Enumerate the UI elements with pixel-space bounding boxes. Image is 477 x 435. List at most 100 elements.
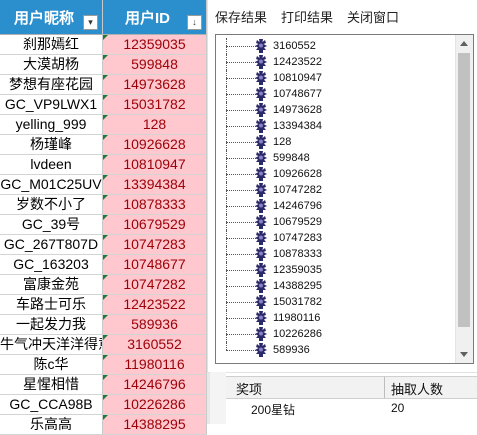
filter-dropdown-icon[interactable]: ▾ xyxy=(83,15,98,30)
number-as-text-marker-icon xyxy=(103,275,108,280)
person-icon xyxy=(254,39,268,53)
userid-cell[interactable]: 15031782 xyxy=(103,95,207,115)
tree-item[interactable]: 14246796 xyxy=(216,198,446,214)
userid-cell[interactable]: 14246796 xyxy=(103,375,207,395)
nickname-cell[interactable]: 岁数不小了 xyxy=(0,195,103,215)
table-row: 星惺相惜 14246796 xyxy=(0,375,207,395)
tree-item[interactable]: 10926628 xyxy=(216,166,446,182)
close-window-menu[interactable]: 关闭窗口 xyxy=(347,7,399,26)
prize-cell[interactable]: 200星钻 xyxy=(251,401,295,418)
userid-value: 599848 xyxy=(131,56,178,72)
userid-cell[interactable]: 10810947 xyxy=(103,155,207,175)
count-column-header[interactable]: 抽取人数 xyxy=(391,379,443,398)
tree-item[interactable]: 10747283 xyxy=(216,230,446,246)
tree-item[interactable]: 10810947 xyxy=(216,70,446,86)
nickname-cell[interactable]: 乐高高 xyxy=(0,415,103,435)
tree-item[interactable]: 10226286 xyxy=(216,326,446,342)
userid-cell[interactable]: 10747283 xyxy=(103,235,207,255)
nickname-cell[interactable]: GC_267T807D xyxy=(0,235,103,255)
person-icon xyxy=(254,151,268,165)
person-icon xyxy=(254,231,268,245)
userid-value: 10926628 xyxy=(123,136,186,152)
tree-item-label: 11980116 xyxy=(273,312,321,324)
tree-connector xyxy=(226,342,227,350)
table-row: GC_163203 10748677 xyxy=(0,255,207,275)
tree-item[interactable]: 10679529 xyxy=(216,214,446,230)
userid-cell[interactable]: 14973628 xyxy=(103,75,207,95)
scroll-up-icon[interactable] xyxy=(460,41,468,46)
nickname-cell[interactable]: GC_163203 xyxy=(0,255,103,275)
nickname-cell[interactable]: 陈c华 xyxy=(0,355,103,375)
tree-scrollbar[interactable] xyxy=(455,35,473,363)
userid-cell[interactable]: 10748677 xyxy=(103,255,207,275)
userid-cell[interactable]: 128 xyxy=(103,115,207,135)
count-cell[interactable]: 20 xyxy=(391,401,404,415)
tree-item-label: 15031782 xyxy=(273,296,322,308)
column-header-nickname[interactable]: 用户昵称 ▾ xyxy=(0,0,103,35)
userid-cell[interactable]: 10878333 xyxy=(103,195,207,215)
person-icon xyxy=(254,247,268,261)
tree-item[interactable]: 14388295 xyxy=(216,278,446,294)
tree-item[interactable]: 12359035 xyxy=(216,262,446,278)
tree-item[interactable]: 599848 xyxy=(216,150,446,166)
nickname-cell[interactable]: 梦想有座花园 xyxy=(0,75,103,95)
winner-tree[interactable]: 3160552 12423522 10810947 10748677 14973628 1… xyxy=(215,34,474,364)
tree-item[interactable]: 128 xyxy=(216,134,446,150)
tree-item[interactable]: 589936 xyxy=(216,342,446,358)
prize-column-header[interactable]: 奖项 xyxy=(236,379,262,398)
tree-item-label: 589936 xyxy=(273,344,310,356)
nickname-cell[interactable]: 刹那嫣红 xyxy=(0,35,103,55)
userid-cell[interactable]: 589936 xyxy=(103,315,207,335)
userid-cell[interactable]: 10226286 xyxy=(103,395,207,415)
tree-item[interactable]: 3160552 xyxy=(216,38,446,54)
table-row: GC_M01C25UV 13394384 xyxy=(0,175,207,195)
scroll-down-icon[interactable] xyxy=(460,352,468,357)
tree-item[interactable]: 14973628 xyxy=(216,102,446,118)
nickname-cell[interactable]: GC_VP9LWX1 xyxy=(0,95,103,115)
userid-value: 10748677 xyxy=(123,256,186,272)
tree-item-label: 14388295 xyxy=(273,280,322,292)
scroll-thumb[interactable] xyxy=(458,53,470,327)
userid-cell[interactable]: 3160552 xyxy=(103,335,207,355)
userid-cell[interactable]: 12423522 xyxy=(103,295,207,315)
nickname-cell[interactable]: 杨瑾峰 xyxy=(0,135,103,155)
userid-cell[interactable]: 10679529 xyxy=(103,215,207,235)
column-divider[interactable] xyxy=(384,377,385,398)
userid-cell[interactable]: 12359035 xyxy=(103,35,207,55)
sort-filter-icon[interactable]: ↓ xyxy=(187,15,202,30)
table-row: 大漠胡杨 599848 xyxy=(0,55,207,75)
tree-item[interactable]: 11980116 xyxy=(216,310,446,326)
tree-item[interactable]: 10878333 xyxy=(216,246,446,262)
userid-cell[interactable]: 10926628 xyxy=(103,135,207,155)
nickname-cell[interactable]: GC_CCA98B xyxy=(0,395,103,415)
tree-item[interactable]: 12423522 xyxy=(216,54,446,70)
userid-cell[interactable]: 10747282 xyxy=(103,275,207,295)
nickname-cell[interactable]: 富康金苑 xyxy=(0,275,103,295)
nickname-cell[interactable]: 车路士可乐 xyxy=(0,295,103,315)
tree-item-label: 10810947 xyxy=(273,72,322,84)
tree-item[interactable]: 10747282 xyxy=(216,182,446,198)
save-result-menu[interactable]: 保存结果 xyxy=(215,7,267,26)
prize-table: 奖项 抽取人数 200星钻 20 xyxy=(226,376,477,424)
column-header-userid[interactable]: 用户ID ↓ xyxy=(103,0,207,35)
tree-item[interactable]: 13394384 xyxy=(216,118,446,134)
nickname-cell[interactable]: lvdeen xyxy=(0,155,103,175)
nickname-cell[interactable]: yelling_999 xyxy=(0,115,103,135)
person-icon xyxy=(254,295,268,309)
userid-cell[interactable]: 599848 xyxy=(103,55,207,75)
tree-item[interactable]: 15031782 xyxy=(216,294,446,310)
nickname-cell[interactable]: 一起发力我 xyxy=(0,315,103,335)
userid-cell[interactable]: 14388295 xyxy=(103,415,207,435)
tree-item[interactable]: 10748677 xyxy=(216,86,446,102)
nickname-cell[interactable]: 牛气冲天洋洋得意 xyxy=(0,335,103,355)
userid-value: 3160552 xyxy=(127,336,182,352)
userid-cell[interactable]: 13394384 xyxy=(103,175,207,195)
nickname-cell[interactable]: GC_39号 xyxy=(0,215,103,235)
print-result-menu[interactable]: 打印结果 xyxy=(281,7,333,26)
nickname-cell[interactable]: 大漠胡杨 xyxy=(0,55,103,75)
userid-cell[interactable]: 11980116 xyxy=(103,355,207,375)
userid-value: 12359035 xyxy=(123,36,186,52)
table-row: 一起发力我 589936 xyxy=(0,315,207,335)
nickname-cell[interactable]: GC_M01C25UV xyxy=(0,175,103,195)
nickname-cell[interactable]: 星惺相惜 xyxy=(0,375,103,395)
